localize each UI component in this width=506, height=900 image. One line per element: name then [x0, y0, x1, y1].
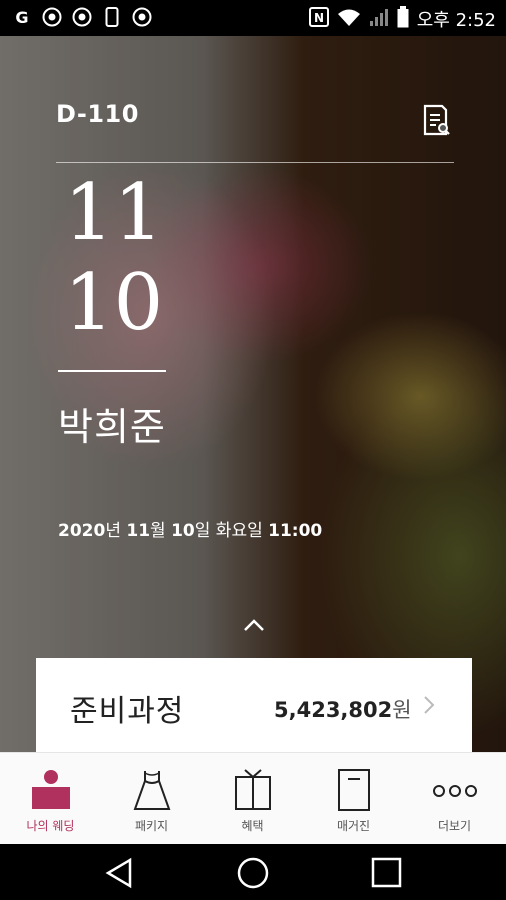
- google-icon: G: [12, 7, 32, 27]
- phone-icon: [102, 7, 122, 27]
- expand-button[interactable]: [240, 616, 268, 634]
- status-left-icons: G: [12, 7, 152, 27]
- battery-icon: [397, 6, 409, 32]
- checklist-button[interactable]: [422, 104, 452, 138]
- magazine-icon: [337, 769, 370, 811]
- signal-icon: [369, 7, 389, 31]
- cast-icon: [132, 7, 152, 27]
- nav-item-magazine[interactable]: 매거진: [303, 753, 404, 845]
- person-icon: [31, 770, 70, 809]
- nav-item-my-wedding[interactable]: 나의 웨딩: [0, 753, 101, 845]
- divider-line-short: [58, 370, 166, 372]
- bottom-navigation: 나의 웨딩 패키지 혜택 매거진 더보기: [0, 752, 506, 845]
- nav-label: 더보기: [437, 819, 472, 833]
- home-circle-icon: [237, 857, 269, 889]
- back-button[interactable]: [102, 856, 138, 890]
- date-time: 11:00: [268, 521, 323, 541]
- nav-label: 매거진: [336, 819, 371, 833]
- date-year-unit: 년: [105, 521, 127, 541]
- date-month: 11: [126, 521, 151, 541]
- dday-counter: D-110: [56, 100, 139, 128]
- status-right-icons: N 오후 2:52: [308, 6, 496, 32]
- recents-button[interactable]: [368, 856, 404, 890]
- nav-label: 혜택: [241, 819, 264, 833]
- nav-item-benefits[interactable]: 혜택: [202, 753, 303, 845]
- dress-icon: [133, 771, 170, 810]
- hero-banner: D-110 11 10 박희준 2020년 11월 10일 화요일 11:00: [0, 36, 506, 752]
- status-time: 오후 2:52: [416, 10, 496, 31]
- cast-icon: [42, 7, 62, 27]
- wedding-datetime: 2020년 11월 10일 화요일 11:00: [58, 516, 322, 541]
- cast-icon: [72, 7, 92, 27]
- status-bar: G N 오후 2:52: [0, 0, 506, 36]
- nav-item-package[interactable]: 패키지: [101, 753, 202, 845]
- preparation-title: 준비과정: [70, 694, 185, 729]
- nav-label: 나의 웨딩: [26, 819, 75, 833]
- chevron-up-icon: [244, 619, 264, 631]
- date-day: 10: [171, 521, 195, 541]
- svg-text:G: G: [15, 8, 28, 26]
- nav-item-more[interactable]: 더보기: [404, 753, 505, 845]
- date-month-unit: 월: [150, 521, 172, 541]
- date-day-unit: 일 화요일: [194, 521, 269, 541]
- nfc-icon: N: [308, 7, 329, 31]
- wifi-icon: [337, 7, 361, 31]
- divider-line: [56, 162, 454, 163]
- home-button[interactable]: [235, 856, 271, 890]
- checklist-icon: [423, 104, 450, 136]
- nav-label: 패키지: [134, 819, 169, 833]
- svg-text:N: N: [314, 11, 324, 25]
- recents-square-icon: [371, 857, 402, 888]
- back-triangle-icon: [105, 857, 132, 889]
- date-year: 2020: [58, 521, 106, 541]
- gift-icon: [234, 769, 271, 810]
- system-navigation-bar: [0, 844, 506, 900]
- preparation-card[interactable]: 준비과정 5,423,802원: [36, 658, 472, 752]
- amount-unit: 원: [392, 698, 412, 722]
- amount-value: 5,423,802: [274, 698, 393, 722]
- chevron-right-icon: [422, 694, 436, 716]
- couple-name: 박희준: [58, 405, 166, 449]
- more-icon: [432, 785, 477, 797]
- wedding-month: 11: [64, 168, 164, 258]
- wedding-day: 10: [64, 258, 164, 348]
- preparation-amount: 5,423,802원: [274, 694, 412, 724]
